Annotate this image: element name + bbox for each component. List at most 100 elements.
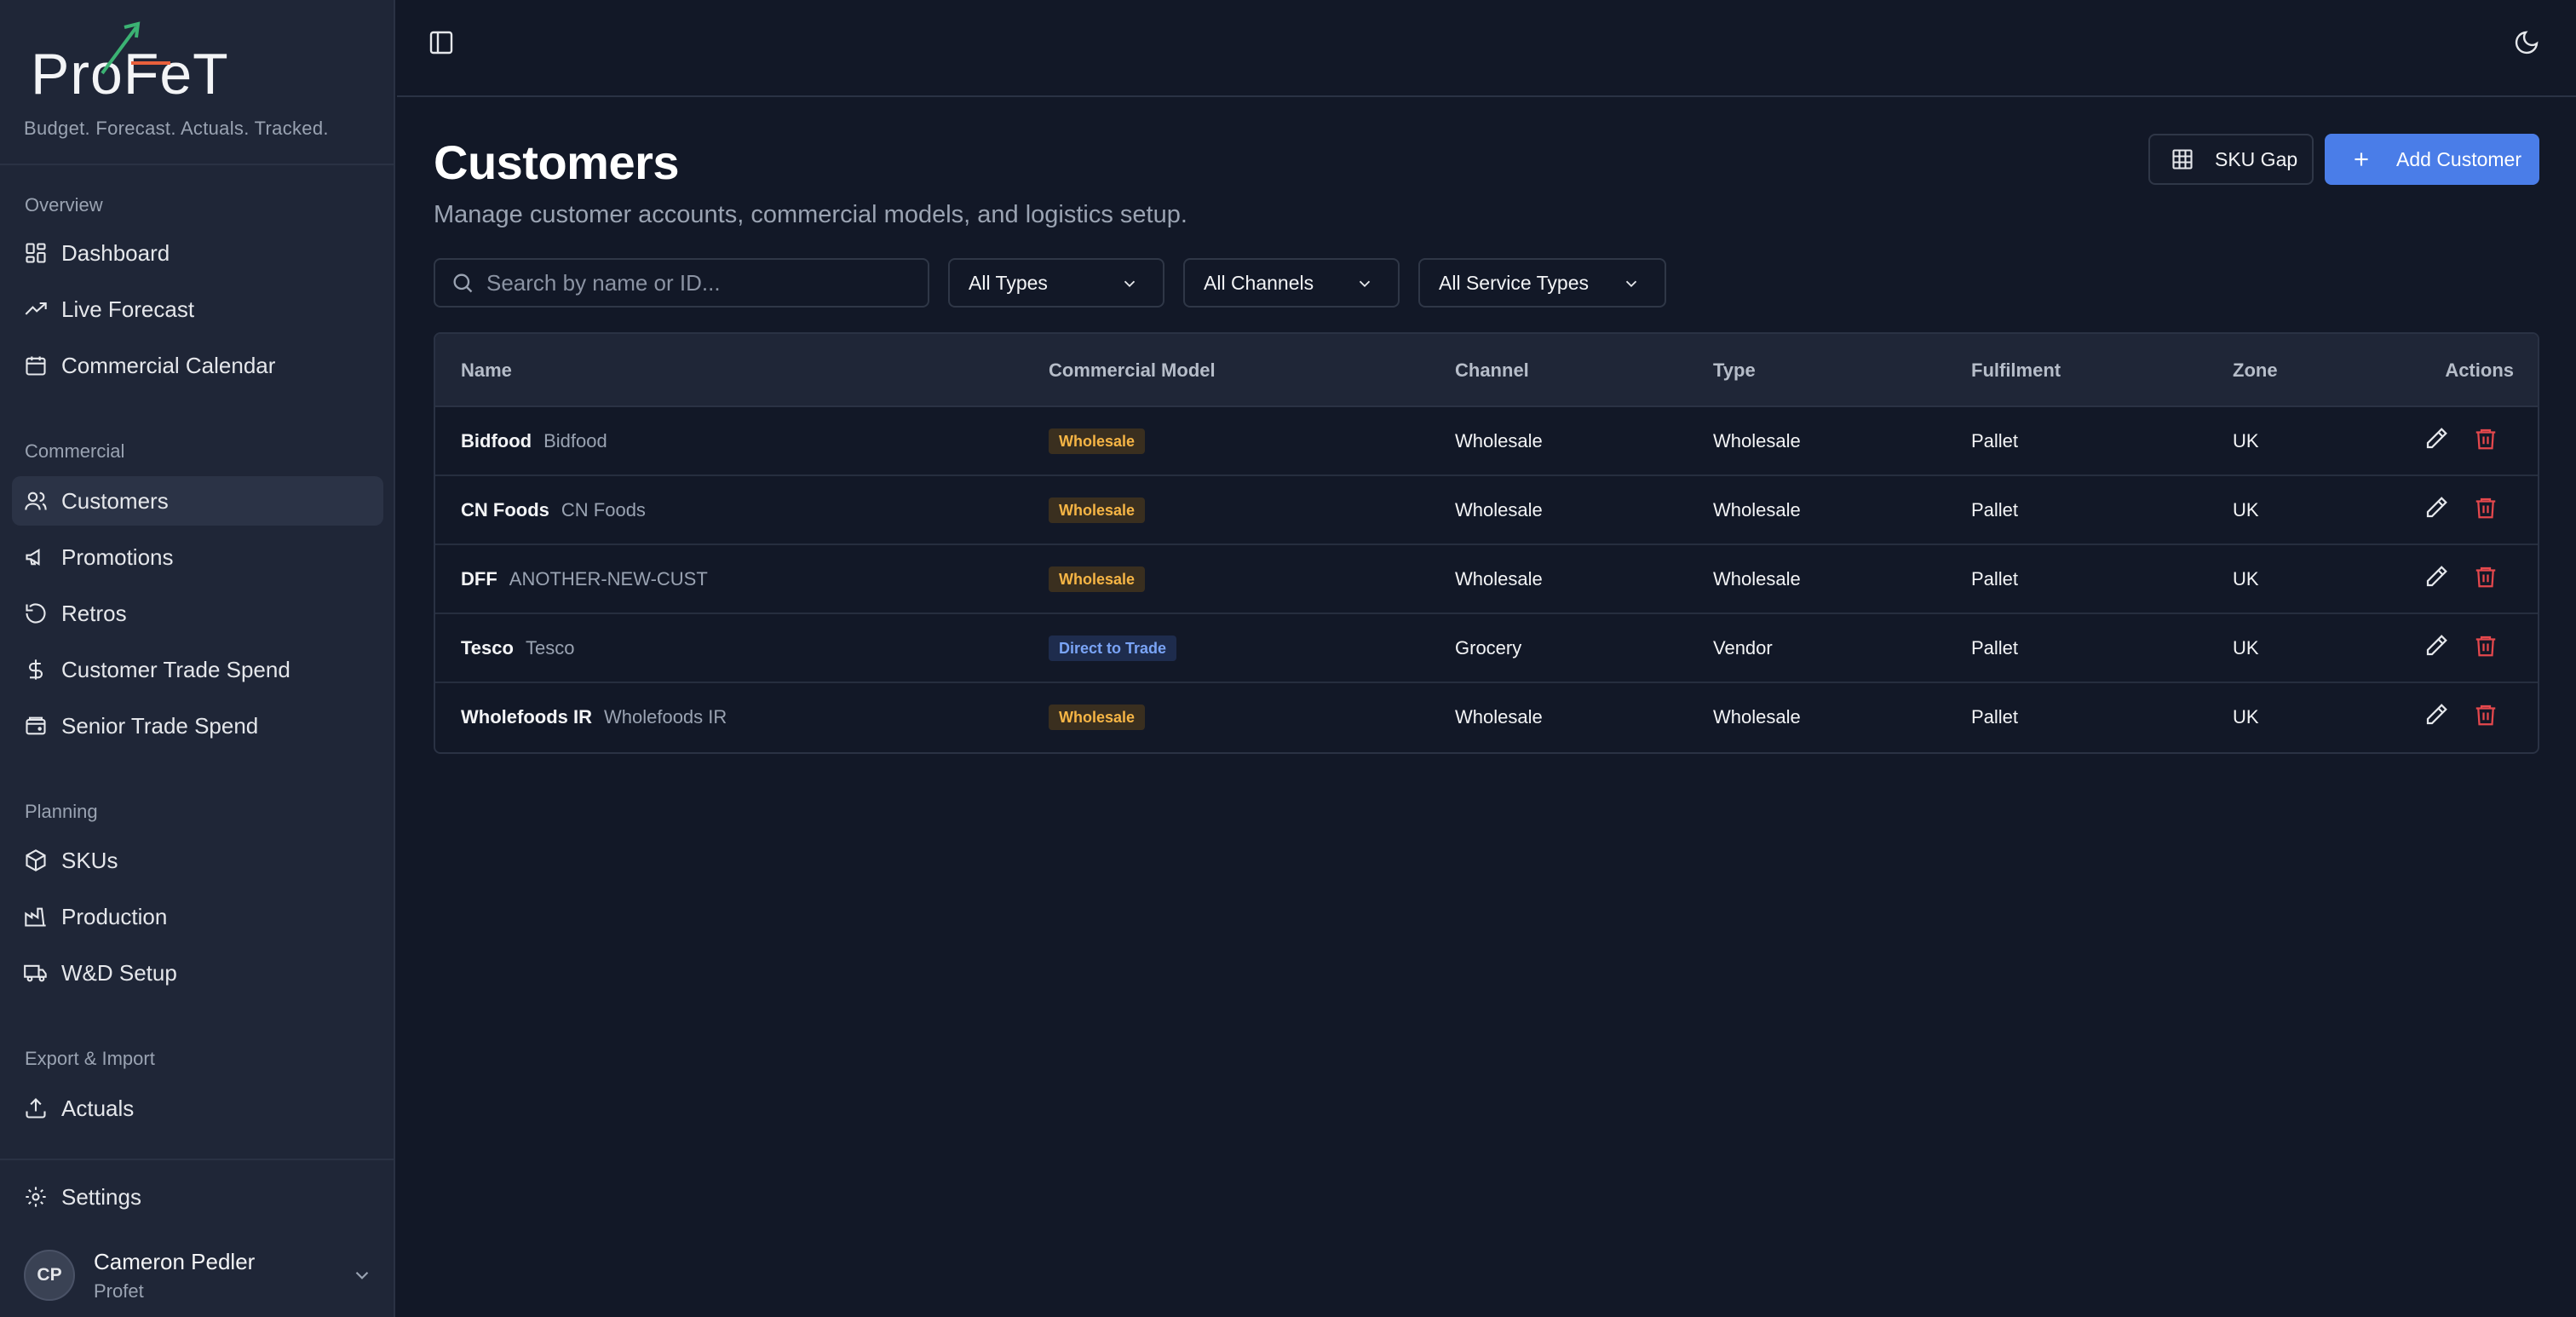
sidebar-item-dashboard[interactable]: Dashboard bbox=[12, 228, 383, 278]
calendar-icon bbox=[24, 354, 48, 377]
truck-icon bbox=[24, 961, 48, 985]
customer-name-cell: Bidfood Bidfood bbox=[461, 430, 607, 452]
sidebar-divider bbox=[0, 164, 395, 165]
customer-id: Bidfood bbox=[543, 430, 607, 451]
sidebar-item-commercial-calendar[interactable]: Commercial Calendar bbox=[12, 341, 383, 390]
add-customer-label: Add Customer bbox=[2396, 147, 2522, 170]
nav-heading-overview: Overview bbox=[25, 194, 103, 216]
service-types-select-value: All Service Types bbox=[1439, 271, 1589, 294]
package-icon bbox=[24, 848, 48, 872]
column-header-zone[interactable]: Zone bbox=[2233, 359, 2278, 382]
edit-button[interactable] bbox=[2424, 633, 2452, 662]
trending-up-icon bbox=[24, 297, 48, 321]
sku-gap-button[interactable]: SKU Gap bbox=[2148, 134, 2314, 185]
customer-name: Wholefoods IR bbox=[461, 706, 592, 728]
pencil-icon bbox=[2426, 428, 2447, 449]
sidebar-item-label: Production bbox=[61, 903, 168, 929]
customer-name-cell: DFF ANOTHER-NEW-CUST bbox=[461, 568, 708, 590]
table-row[interactable]: DFF ANOTHER-NEW-CUST Wholesale Wholesale Who… bbox=[435, 545, 2538, 614]
table-row[interactable]: CN Foods CN Foods Wholesale Wholesale Wholes… bbox=[435, 476, 2538, 545]
channels-select[interactable]: All Channels bbox=[1183, 258, 1400, 308]
sidebar-item-label: Customers bbox=[61, 487, 169, 514]
commercial-model-badge: Wholesale bbox=[1049, 566, 1146, 592]
moon-icon[interactable] bbox=[2513, 29, 2540, 56]
search-field[interactable] bbox=[434, 258, 929, 308]
upload-icon bbox=[24, 1096, 48, 1120]
sidebar-item-senior-trade-spend[interactable]: Senior Trade Spend bbox=[12, 701, 383, 751]
pencil-icon bbox=[2426, 635, 2447, 656]
sidebar-item-settings[interactable]: Settings bbox=[12, 1172, 383, 1222]
add-customer-button[interactable]: Add Customer bbox=[2325, 134, 2539, 185]
sidebar-item-retros[interactable]: Retros bbox=[12, 589, 383, 638]
column-header-channel[interactable]: Channel bbox=[1455, 359, 1529, 382]
channel-cell: Wholesale bbox=[1455, 499, 1543, 520]
edit-button[interactable] bbox=[2424, 702, 2452, 731]
delete-button[interactable] bbox=[2473, 702, 2502, 731]
column-header-name[interactable]: Name bbox=[461, 359, 512, 382]
edit-button[interactable] bbox=[2424, 564, 2452, 593]
chevron-down-icon bbox=[1359, 280, 1371, 288]
sidebar-item-actuals[interactable]: Actuals bbox=[12, 1084, 383, 1133]
sidebar: ProFeT Budget. Forecast. Actuals. Tracke… bbox=[0, 0, 395, 1317]
delete-button[interactable] bbox=[2473, 495, 2502, 524]
edit-button[interactable] bbox=[2424, 426, 2452, 455]
column-header-type[interactable]: Type bbox=[1713, 359, 1756, 382]
customer-name-cell: Tesco Tesco bbox=[461, 637, 574, 659]
logo-arrow-icon bbox=[101, 21, 170, 75]
trash-icon bbox=[2475, 705, 2496, 726]
topbar bbox=[397, 0, 2576, 97]
page-title: Customers bbox=[434, 135, 680, 189]
rotate-ccw-icon bbox=[24, 601, 48, 625]
table-row[interactable]: Wholefoods IR Wholefoods IR Wholesale Whole… bbox=[435, 683, 2538, 752]
sidebar-item-wd-setup[interactable]: W&D Setup bbox=[12, 948, 383, 998]
nav-heading-planning: Planning bbox=[25, 801, 98, 822]
sidebar-item-label: SKUs bbox=[61, 847, 118, 873]
chevron-down-icon bbox=[355, 1271, 369, 1280]
customers-table: Name Commercial Model Channel Type Fulfi… bbox=[434, 332, 2539, 754]
edit-button[interactable] bbox=[2424, 495, 2452, 524]
column-header-actions: Actions bbox=[2445, 359, 2514, 381]
sidebar-item-label: Customer Trade Spend bbox=[61, 656, 290, 682]
nav-heading-commercial: Commercial bbox=[25, 440, 125, 462]
user-org: Profet bbox=[94, 1280, 144, 1302]
sidebar-item-skus[interactable]: SKUs bbox=[12, 836, 383, 885]
delete-button[interactable] bbox=[2473, 426, 2502, 455]
dashboard-icon bbox=[24, 241, 48, 265]
sidebar-item-customers[interactable]: Customers bbox=[12, 476, 383, 526]
search-input[interactable] bbox=[486, 269, 912, 296]
column-header-commercial-model[interactable]: Commercial Model bbox=[1049, 359, 1216, 382]
delete-button[interactable] bbox=[2473, 633, 2502, 662]
sidebar-item-promotions[interactable]: Promotions bbox=[12, 532, 383, 582]
zone-cell: UK bbox=[2233, 706, 2259, 728]
service-types-select[interactable]: All Service Types bbox=[1418, 258, 1666, 308]
sidebar-item-label: Senior Trade Spend bbox=[61, 712, 259, 739]
channel-cell: Grocery bbox=[1455, 637, 1522, 658]
table-row[interactable]: Bidfood Bidfood Wholesale Wholesale Wholesal… bbox=[435, 407, 2538, 476]
page-subtitle: Manage customer accounts, commercial mod… bbox=[434, 201, 1187, 228]
types-select[interactable]: All Types bbox=[948, 258, 1164, 308]
sidebar-item-label: W&D Setup bbox=[61, 959, 177, 986]
table-row[interactable]: Tesco Tesco Direct to Trade Grocery Vendor Pa… bbox=[435, 614, 2538, 683]
sidebar-toggle-icon[interactable] bbox=[428, 29, 455, 56]
pencil-icon bbox=[2426, 497, 2447, 518]
user-name: Cameron Pedler bbox=[94, 1248, 256, 1274]
gear-icon bbox=[24, 1185, 48, 1209]
sidebar-item-label: Dashboard bbox=[61, 239, 170, 266]
sidebar-item-label: Commercial Calendar bbox=[61, 352, 276, 378]
channel-cell: Wholesale bbox=[1455, 706, 1543, 728]
sidebar-item-production[interactable]: Production bbox=[12, 892, 383, 941]
profet-logo[interactable]: ProFeT bbox=[31, 19, 235, 106]
trash-icon bbox=[2475, 566, 2496, 588]
sidebar-item-live-forecast[interactable]: Live Forecast bbox=[12, 285, 383, 334]
zone-cell: UK bbox=[2233, 499, 2259, 520]
tagline: Budget. Forecast. Actuals. Tracked. bbox=[24, 118, 329, 139]
trash-icon bbox=[2475, 428, 2496, 450]
user-menu[interactable]: CP Cameron Pedler Profet bbox=[24, 1245, 373, 1305]
type-cell: Wholesale bbox=[1713, 430, 1801, 451]
dollar-icon bbox=[24, 658, 48, 682]
column-header-fulfilment[interactable]: Fulfilment bbox=[1971, 359, 2061, 382]
type-cell: Vendor bbox=[1713, 637, 1773, 658]
sidebar-item-customer-trade-spend[interactable]: Customer Trade Spend bbox=[12, 645, 383, 694]
delete-button[interactable] bbox=[2473, 564, 2502, 593]
customer-id: CN Foods bbox=[561, 499, 646, 520]
